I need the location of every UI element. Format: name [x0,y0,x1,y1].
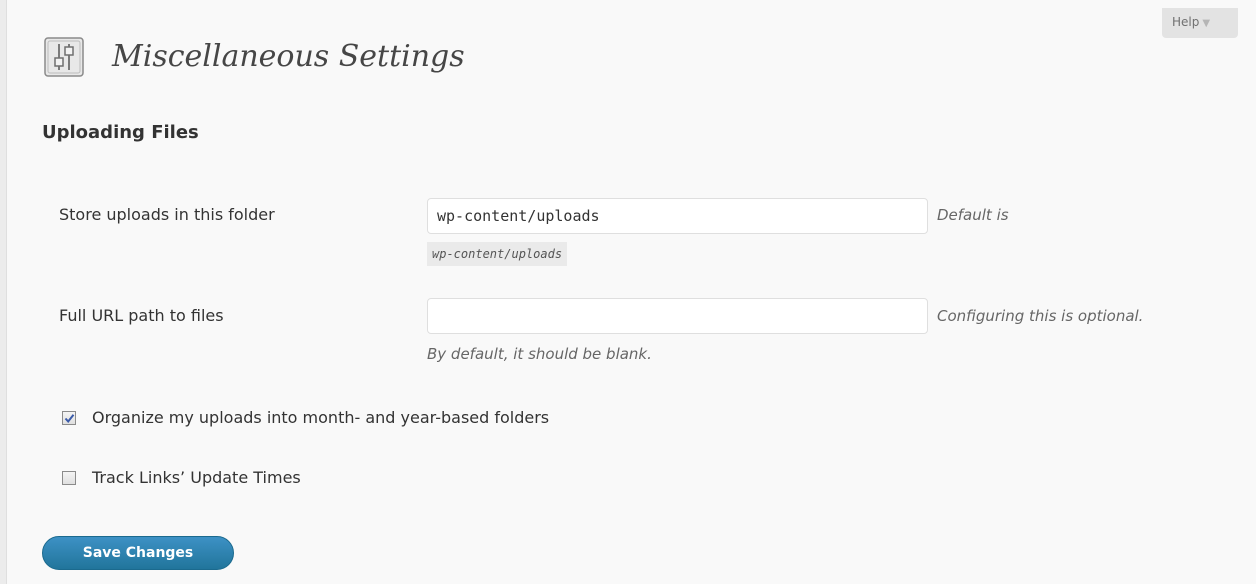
url-path-label: Full URL path to files [59,306,224,325]
save-changes-button[interactable]: Save Changes [42,536,234,570]
help-label: Help [1172,15,1200,29]
url-path-note: By default, it should be blank. [427,345,652,363]
track-links-checkbox[interactable] [62,471,76,485]
section-title: Uploading Files [42,122,199,143]
upload-folder-input[interactable] [427,198,928,234]
url-path-description: Configuring this is optional. [937,307,1144,325]
organize-checkbox[interactable] [62,411,76,425]
help-tab[interactable]: Help ▼ [1162,8,1238,38]
settings-sliders-icon [44,37,84,77]
organize-label[interactable]: Organize my uploads into month- and year… [92,406,549,430]
page-title: Miscellaneous Settings [112,39,465,74]
checkmark-icon [64,414,75,424]
default-path-code: wp-content/uploads [427,242,568,266]
admin-sidebar-edge [0,0,7,584]
upload-folder-description: Default is [937,206,1009,224]
url-path-input[interactable] [427,298,928,334]
chevron-down-icon: ▼ [1202,18,1211,29]
track-links-label[interactable]: Track Links’ Update Times [92,466,301,490]
upload-folder-label: Store uploads in this folder [59,205,275,224]
